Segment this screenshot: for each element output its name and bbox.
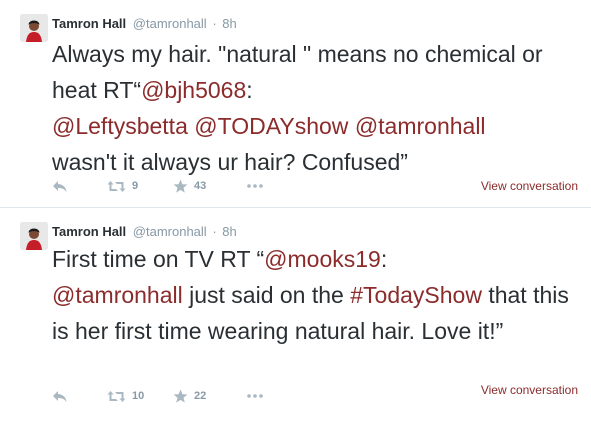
tweet[interactable]: Tamron Hall @tamronhall · 8h Always my h… [0, 0, 591, 208]
author-username[interactable]: @tamronhall [133, 224, 207, 239]
favorite-count: 43 [194, 180, 207, 192]
separator-dot: · [212, 224, 217, 239]
author-fullname[interactable]: Tamron Hall [52, 16, 126, 31]
view-conversation-link[interactable]: View conversation [481, 178, 578, 194]
more-icon [247, 394, 263, 398]
retweet-button[interactable]: 9 [107, 176, 138, 196]
mention-link[interactable]: @mooks19 [264, 246, 381, 272]
timeline: Tamron Hall @tamronhall · 8h Always my h… [0, 0, 591, 427]
avatar-image [20, 14, 48, 42]
tweet-timestamp[interactable]: 8h [222, 16, 236, 31]
retweet-icon [107, 390, 126, 402]
mention-link[interactable]: @TODAYshow [194, 113, 348, 139]
star-icon [173, 179, 188, 193]
hashtag-link[interactable]: #TodayShow [350, 282, 482, 308]
mention-link[interactable]: @tamronhall [52, 282, 183, 308]
retweet-count: 10 [132, 390, 145, 402]
star-icon [173, 389, 188, 403]
author-fullname[interactable]: Tamron Hall [52, 224, 126, 239]
tweet-timestamp[interactable]: 8h [222, 224, 236, 239]
tweet-text: First time on TV RT “@mooks19: @tamronha… [52, 241, 582, 349]
avatar[interactable] [20, 14, 48, 42]
avatar-image [20, 222, 48, 250]
tweet-header: Tamron Hall @tamronhall · 8h [52, 224, 237, 240]
separator-dot: · [212, 16, 217, 31]
tweet-text-segment: First time on TV RT “ [52, 246, 265, 272]
more-button[interactable] [247, 386, 263, 406]
reply-button[interactable] [52, 386, 68, 406]
more-icon [247, 184, 263, 188]
favorite-button[interactable]: 43 [173, 176, 206, 196]
reply-button[interactable] [52, 176, 68, 196]
retweet-count: 9 [132, 180, 139, 192]
tweet-text-segment: Always my hair. "natural " means no chem… [52, 41, 543, 103]
tweet-text-segment: just said on the [182, 282, 351, 308]
retweet-button[interactable]: 10 [107, 386, 144, 406]
favorite-button[interactable]: 22 [173, 386, 206, 406]
more-button[interactable] [247, 176, 263, 196]
tweet[interactable]: Tamron Hall @tamronhall · 8h First time … [0, 208, 591, 427]
mention-link[interactable]: @Leftysbetta [52, 113, 188, 139]
reply-icon [53, 181, 67, 192]
author-username[interactable]: @tamronhall [133, 16, 207, 31]
reply-icon [53, 391, 67, 402]
tweet-text-segment: wasn't it always ur hair? Confused” [52, 149, 408, 175]
mention-link[interactable]: @tamronhall [355, 113, 486, 139]
avatar[interactable] [20, 222, 48, 250]
tweet-text-segment: : [380, 246, 388, 272]
favorite-count: 22 [194, 390, 207, 402]
view-conversation-link[interactable]: View conversation [481, 382, 578, 398]
tweet-text-segment: : [246, 77, 253, 103]
retweet-icon [107, 180, 126, 192]
tweet-text: Always my hair. "natural " means no chem… [52, 36, 582, 180]
tweet-header: Tamron Hall @tamronhall · 8h [52, 16, 237, 32]
mention-link[interactable]: @bjh5068 [141, 77, 246, 103]
